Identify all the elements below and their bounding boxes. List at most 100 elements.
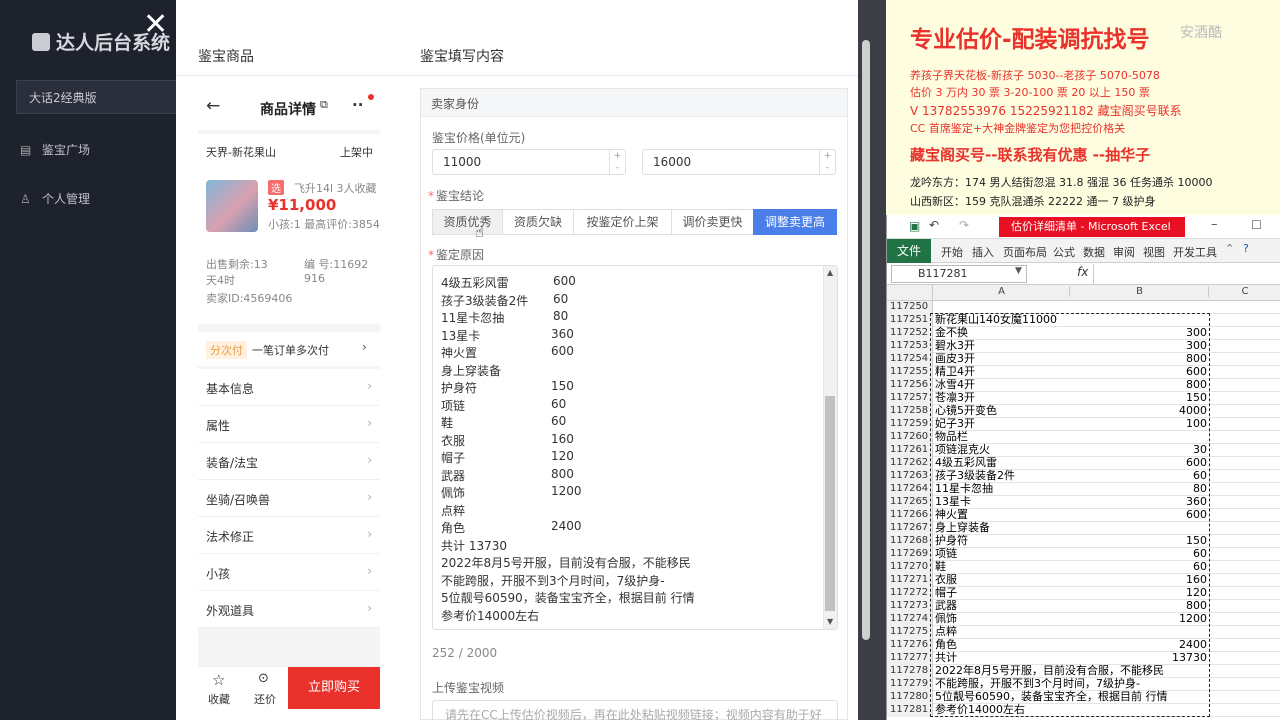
price-max-input[interactable]: 16000 + - — [642, 149, 836, 175]
cell-a[interactable]: 2022年8月5号开服，目前没有合服，不能移民 — [934, 665, 1164, 677]
close-icon[interactable]: ✕ — [143, 10, 168, 40]
ribbon-tab[interactable]: 插入 — [972, 244, 994, 260]
menu-item-mounts[interactable]: 坐骑/召唤兽 › — [198, 480, 380, 517]
cell-a[interactable]: 鞋 — [934, 561, 1070, 573]
cell-a[interactable]: 精卫4开 — [934, 366, 1070, 378]
cell-b[interactable]: 150 — [1071, 535, 1209, 547]
conclusion-excellent[interactable]: 资质优秀 — [432, 209, 503, 235]
cell-b[interactable]: 600 — [1071, 366, 1209, 378]
ribbon-tab[interactable]: 公式 — [1053, 244, 1075, 260]
textarea-scrollbar[interactable]: ▲ ▼ — [823, 266, 837, 629]
scroll-up-icon[interactable]: ▲ — [827, 268, 833, 277]
minimize-icon[interactable]: – — [1211, 217, 1218, 232]
cell-a[interactable]: 画皮3开 — [934, 353, 1070, 365]
cell-b[interactable]: 60 — [1071, 561, 1209, 573]
cell-a[interactable]: 不能跨服，开服不到3个月时间，7级护身- — [934, 678, 1140, 690]
formula-input[interactable] — [1093, 264, 1279, 284]
game-select[interactable]: 大话2经典版 — [16, 80, 184, 114]
col-header-b[interactable]: B — [1071, 286, 1209, 297]
menu-item-attributes[interactable]: 属性 › — [198, 406, 380, 443]
cell-b[interactable]: 800 — [1071, 379, 1209, 391]
undo-icon[interactable]: ↶ — [929, 218, 939, 232]
cell-a[interactable]: 佩饰 — [934, 613, 1070, 625]
redo-icon[interactable]: ↷ — [959, 218, 969, 232]
installment-row[interactable]: 分次付 一笔订单多次付 › — [198, 332, 380, 366]
chevron-up-icon[interactable]: ⌃ — [1225, 242, 1234, 255]
cell-b[interactable]: 100 — [1071, 418, 1209, 430]
back-arrow-icon[interactable]: ← — [206, 96, 220, 116]
fav-label[interactable]: 收藏 — [208, 691, 230, 707]
ribbon-tab[interactable]: 审阅 — [1113, 244, 1135, 260]
price-min-input[interactable]: 11000 + - — [432, 149, 626, 175]
cell-a[interactable]: 妃子3开 — [934, 418, 1070, 430]
cell-a[interactable]: 帽子 — [934, 587, 1070, 599]
file-tab[interactable]: 文件 — [887, 239, 931, 263]
cell-b[interactable]: 60 — [1071, 548, 1209, 560]
save-icon[interactable]: ▣ — [909, 219, 920, 233]
cell-a[interactable]: 碧水3开 — [934, 340, 1070, 352]
ribbon-tab[interactable]: 数据 — [1083, 244, 1105, 260]
cell-a[interactable]: 11星卡忽抽 — [934, 483, 1070, 495]
cell-b[interactable]: 13730 — [1071, 652, 1209, 664]
star-icon[interactable]: ☆ — [212, 671, 225, 689]
name-box[interactable]: B117281 — [891, 265, 1027, 283]
menu-item-child[interactable]: 小孩 › — [198, 554, 380, 591]
cell-b[interactable]: 600 — [1071, 509, 1209, 521]
stepper-icon[interactable]: + - — [819, 150, 835, 174]
cell-a[interactable]: 角色 — [934, 639, 1070, 651]
ribbon-tab[interactable]: 页面布局 — [1003, 244, 1047, 260]
more-icon[interactable]: ·· — [352, 96, 363, 114]
cell-a[interactable]: 神火置 — [934, 509, 1070, 521]
select-all[interactable] — [887, 285, 933, 301]
ribbon-tab[interactable]: 开发工具 — [1173, 244, 1217, 260]
cell-b[interactable]: 800 — [1071, 600, 1209, 612]
cell-a[interactable]: 点粹 — [934, 626, 1070, 638]
cell-b[interactable]: 600 — [1071, 457, 1209, 469]
cell-b[interactable]: 60 — [1071, 470, 1209, 482]
cell-a[interactable]: 物品栏 — [934, 431, 1070, 443]
dropdown-icon[interactable]: ▼ — [1015, 266, 1022, 276]
cell-a[interactable]: 孩子3级装备2件 — [934, 470, 1070, 482]
ribbon-tab[interactable]: 开始 — [941, 244, 963, 260]
cell-b[interactable]: 160 — [1071, 574, 1209, 586]
ribbon-tab[interactable]: 视图 — [1143, 244, 1165, 260]
textarea-scroll-thumb[interactable] — [825, 396, 835, 611]
cell-b[interactable]: 360 — [1071, 496, 1209, 508]
bargain-icon[interactable]: ⊙ — [258, 671, 269, 686]
maximize-icon[interactable]: ☐ — [1251, 218, 1262, 232]
conclusion-higher[interactable]: 调整卖更高 — [753, 209, 837, 235]
cell-a[interactable]: 身上穿装备 — [934, 522, 1070, 534]
cell-a[interactable]: 护身符 — [934, 535, 1070, 547]
col-header-a[interactable]: A — [934, 286, 1070, 297]
menu-item-equipment[interactable]: 装备/法宝 › — [198, 443, 380, 480]
cell-b[interactable]: 30 — [1071, 444, 1209, 456]
cell-b[interactable]: 120 — [1071, 587, 1209, 599]
cell-b[interactable]: 300 — [1071, 327, 1209, 339]
col-header-c[interactable]: C — [1210, 286, 1280, 297]
cell-a[interactable]: 武器 — [934, 600, 1070, 612]
cell-a[interactable]: 项链 — [934, 548, 1070, 560]
menu-item-basic[interactable]: 基本信息 › — [198, 369, 380, 406]
modal-scrollbar[interactable] — [862, 40, 870, 640]
cell-b[interactable]: 300 — [1071, 340, 1209, 352]
menu-item-appearance[interactable]: 外观道具 › — [198, 591, 380, 628]
excel-row[interactable]: 117281 参考价14000左右 — [887, 704, 1280, 717]
conclusion-lacking[interactable]: 资质欠缺 — [502, 209, 574, 235]
cell-b[interactable]: 1200 — [1071, 613, 1209, 625]
cell-b[interactable]: 2400 — [1071, 639, 1209, 651]
nav-item-personal[interactable]: ♙ 个人管理 — [20, 190, 90, 207]
cell-a[interactable]: 5位靓号60590，装备宝宝齐全，根据目前 行情 — [934, 691, 1168, 703]
cell-a[interactable]: 心镜5开变色 — [934, 405, 1070, 417]
nav-item-square[interactable]: ▤ 鉴宝广场 — [20, 141, 90, 158]
cell-a[interactable]: 冰雪4开 — [934, 379, 1070, 391]
video-link-input[interactable]: 请先在CC上传估价视频后，再在此处粘贴视频链接；视频内容有助于好 — [432, 700, 838, 720]
cell-a[interactable]: 衣服 — [934, 574, 1070, 586]
fx-icon[interactable]: fx — [1077, 265, 1088, 279]
cell-b[interactable]: 80 — [1071, 483, 1209, 495]
external-link-icon[interactable]: ⧉ — [320, 98, 328, 112]
cell-a[interactable]: 参考价14000左右 — [934, 704, 1070, 716]
bargain-label[interactable]: 还价 — [254, 691, 276, 707]
conclusion-list-price[interactable]: 按鉴定价上架 — [573, 209, 672, 235]
cell-b[interactable]: 800 — [1071, 353, 1209, 365]
buy-button[interactable]: 立即购买 — [288, 667, 380, 709]
